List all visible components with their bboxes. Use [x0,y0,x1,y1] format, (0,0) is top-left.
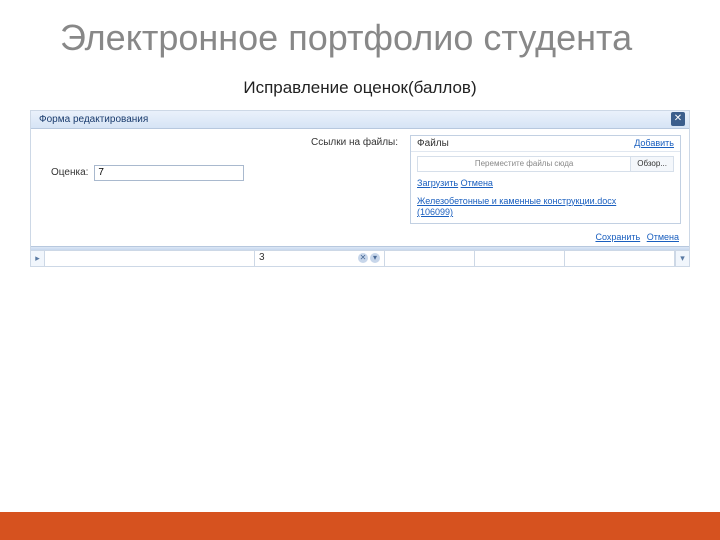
files-header: Файлы Добавить [411,136,680,152]
add-file-link[interactable]: Добавить [634,138,674,148]
footer-cancel-link[interactable]: Отмена [647,232,679,242]
attached-file-link[interactable]: Железобетонные и каменные конструкции.do… [417,196,616,206]
edit-form-window: Форма редактирования ✕ Оценка: Ссылки на… [30,110,690,267]
form-titlebar: Форма редактирования ✕ [31,111,689,129]
table-cell-1 [45,251,255,266]
upload-actions: Загрузить Отмена [411,176,680,194]
close-icon[interactable]: ✕ [671,112,685,126]
slide-footer-bar [0,512,720,540]
table-cell-5 [565,251,675,266]
grade-input[interactable] [94,165,244,181]
browse-button[interactable]: Обзор... [630,157,673,171]
page-title: Электронное портфолио студента [0,0,720,58]
row-menu-icon[interactable]: ▾ [675,251,689,266]
form-body: Оценка: Ссылки на файлы: Файлы Добавить … [31,129,689,228]
expand-icon[interactable]: ▸ [31,251,45,266]
files-panel: Файлы Добавить Переместите файлы сюда Об… [410,135,681,224]
subtitle: Исправление оценок(баллов) [0,78,720,98]
right-column: Ссылки на файлы: Файлы Добавить Перемест… [311,135,681,224]
upload-cancel-link[interactable]: Отмена [461,178,493,188]
attached-file-row: Железобетонные и каменные конструкции.do… [411,194,680,223]
files-header-title: Файлы [417,138,449,149]
left-column: Оценка: [51,135,301,224]
table-cell-2[interactable]: 3 ✕ ▾ [255,251,385,266]
file-drop-area[interactable]: Переместите файлы сюда [418,157,630,171]
table-cell-4 [475,251,565,266]
grade-field-row: Оценка: [51,165,301,181]
cell-value: 3 [259,251,356,265]
table-row: ▸ 3 ✕ ▾ ▾ [31,250,689,266]
file-drop-row: Переместите файлы сюда Обзор... [417,156,674,172]
grade-label: Оценка: [51,167,88,178]
links-label: Ссылки на файлы: [311,135,398,224]
table-cell-3 [385,251,475,266]
form-footer: Сохранить Отмена [31,228,689,246]
upload-link[interactable]: Загрузить [417,178,458,188]
chevron-down-icon[interactable]: ▾ [370,253,380,263]
save-link[interactable]: Сохранить [595,232,640,242]
form-title: Форма редактирования [39,114,148,125]
attached-file-size[interactable]: (106099) [417,207,453,217]
clear-icon[interactable]: ✕ [358,253,368,263]
